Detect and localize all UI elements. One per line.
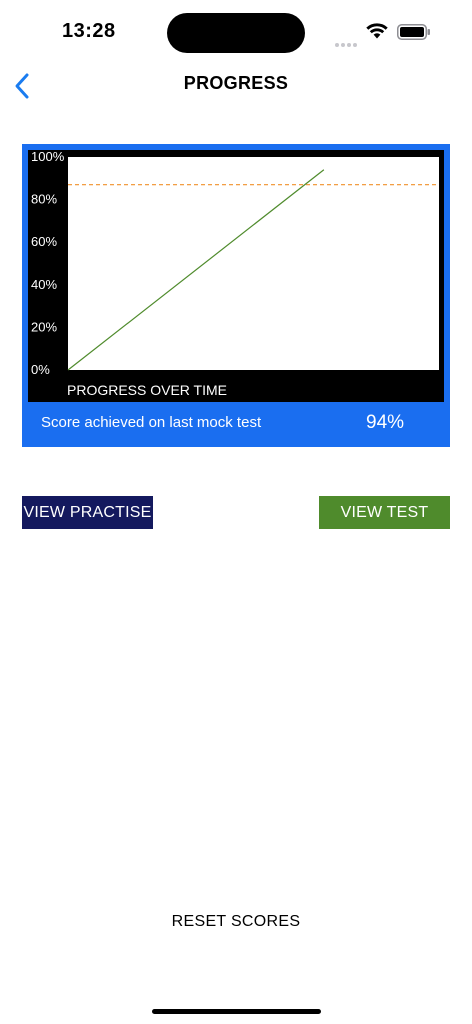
progress-chart-card: 0% 20% 40% 60% 80% 100% PROGRESS OVER TIME Sco… (22, 144, 450, 447)
status-time: 13:28 (62, 20, 116, 42)
y-tick-label: 80% (31, 192, 57, 207)
home-indicator (152, 1009, 321, 1014)
dynamic-island (167, 13, 305, 53)
view-test-button[interactable]: VIEW TEST (319, 496, 450, 529)
y-tick-label: 60% (31, 234, 57, 249)
navigation-bar: PROGRESS (0, 64, 472, 108)
chart-title: PROGRESS OVER TIME (67, 382, 227, 398)
progress-chart: 0% 20% 40% 60% 80% 100% PROGRESS OVER TIME (28, 150, 444, 402)
y-tick-label: 0% (31, 362, 50, 377)
last-mock-score-label: Score achieved on last mock test (41, 414, 262, 431)
reset-scores-button[interactable]: RESET SCORES (0, 913, 472, 931)
y-tick-label: 20% (31, 319, 57, 334)
status-bar: 13:28 (0, 0, 472, 64)
plot-area (68, 157, 439, 370)
wifi-icon (366, 23, 388, 39)
progress-chart-svg: 0% 20% 40% 60% 80% 100% PROGRESS OVER TIME (31, 150, 439, 398)
y-tick-label: 40% (31, 277, 57, 292)
page-title: PROGRESS (183, 73, 289, 93)
last-mock-score-value: 94% (366, 412, 405, 433)
y-tick-label: 100% (31, 150, 65, 164)
cellular-signal-icon (335, 34, 359, 47)
view-practise-button[interactable]: VIEW PRACTISE (22, 496, 153, 529)
battery-icon (397, 24, 430, 40)
